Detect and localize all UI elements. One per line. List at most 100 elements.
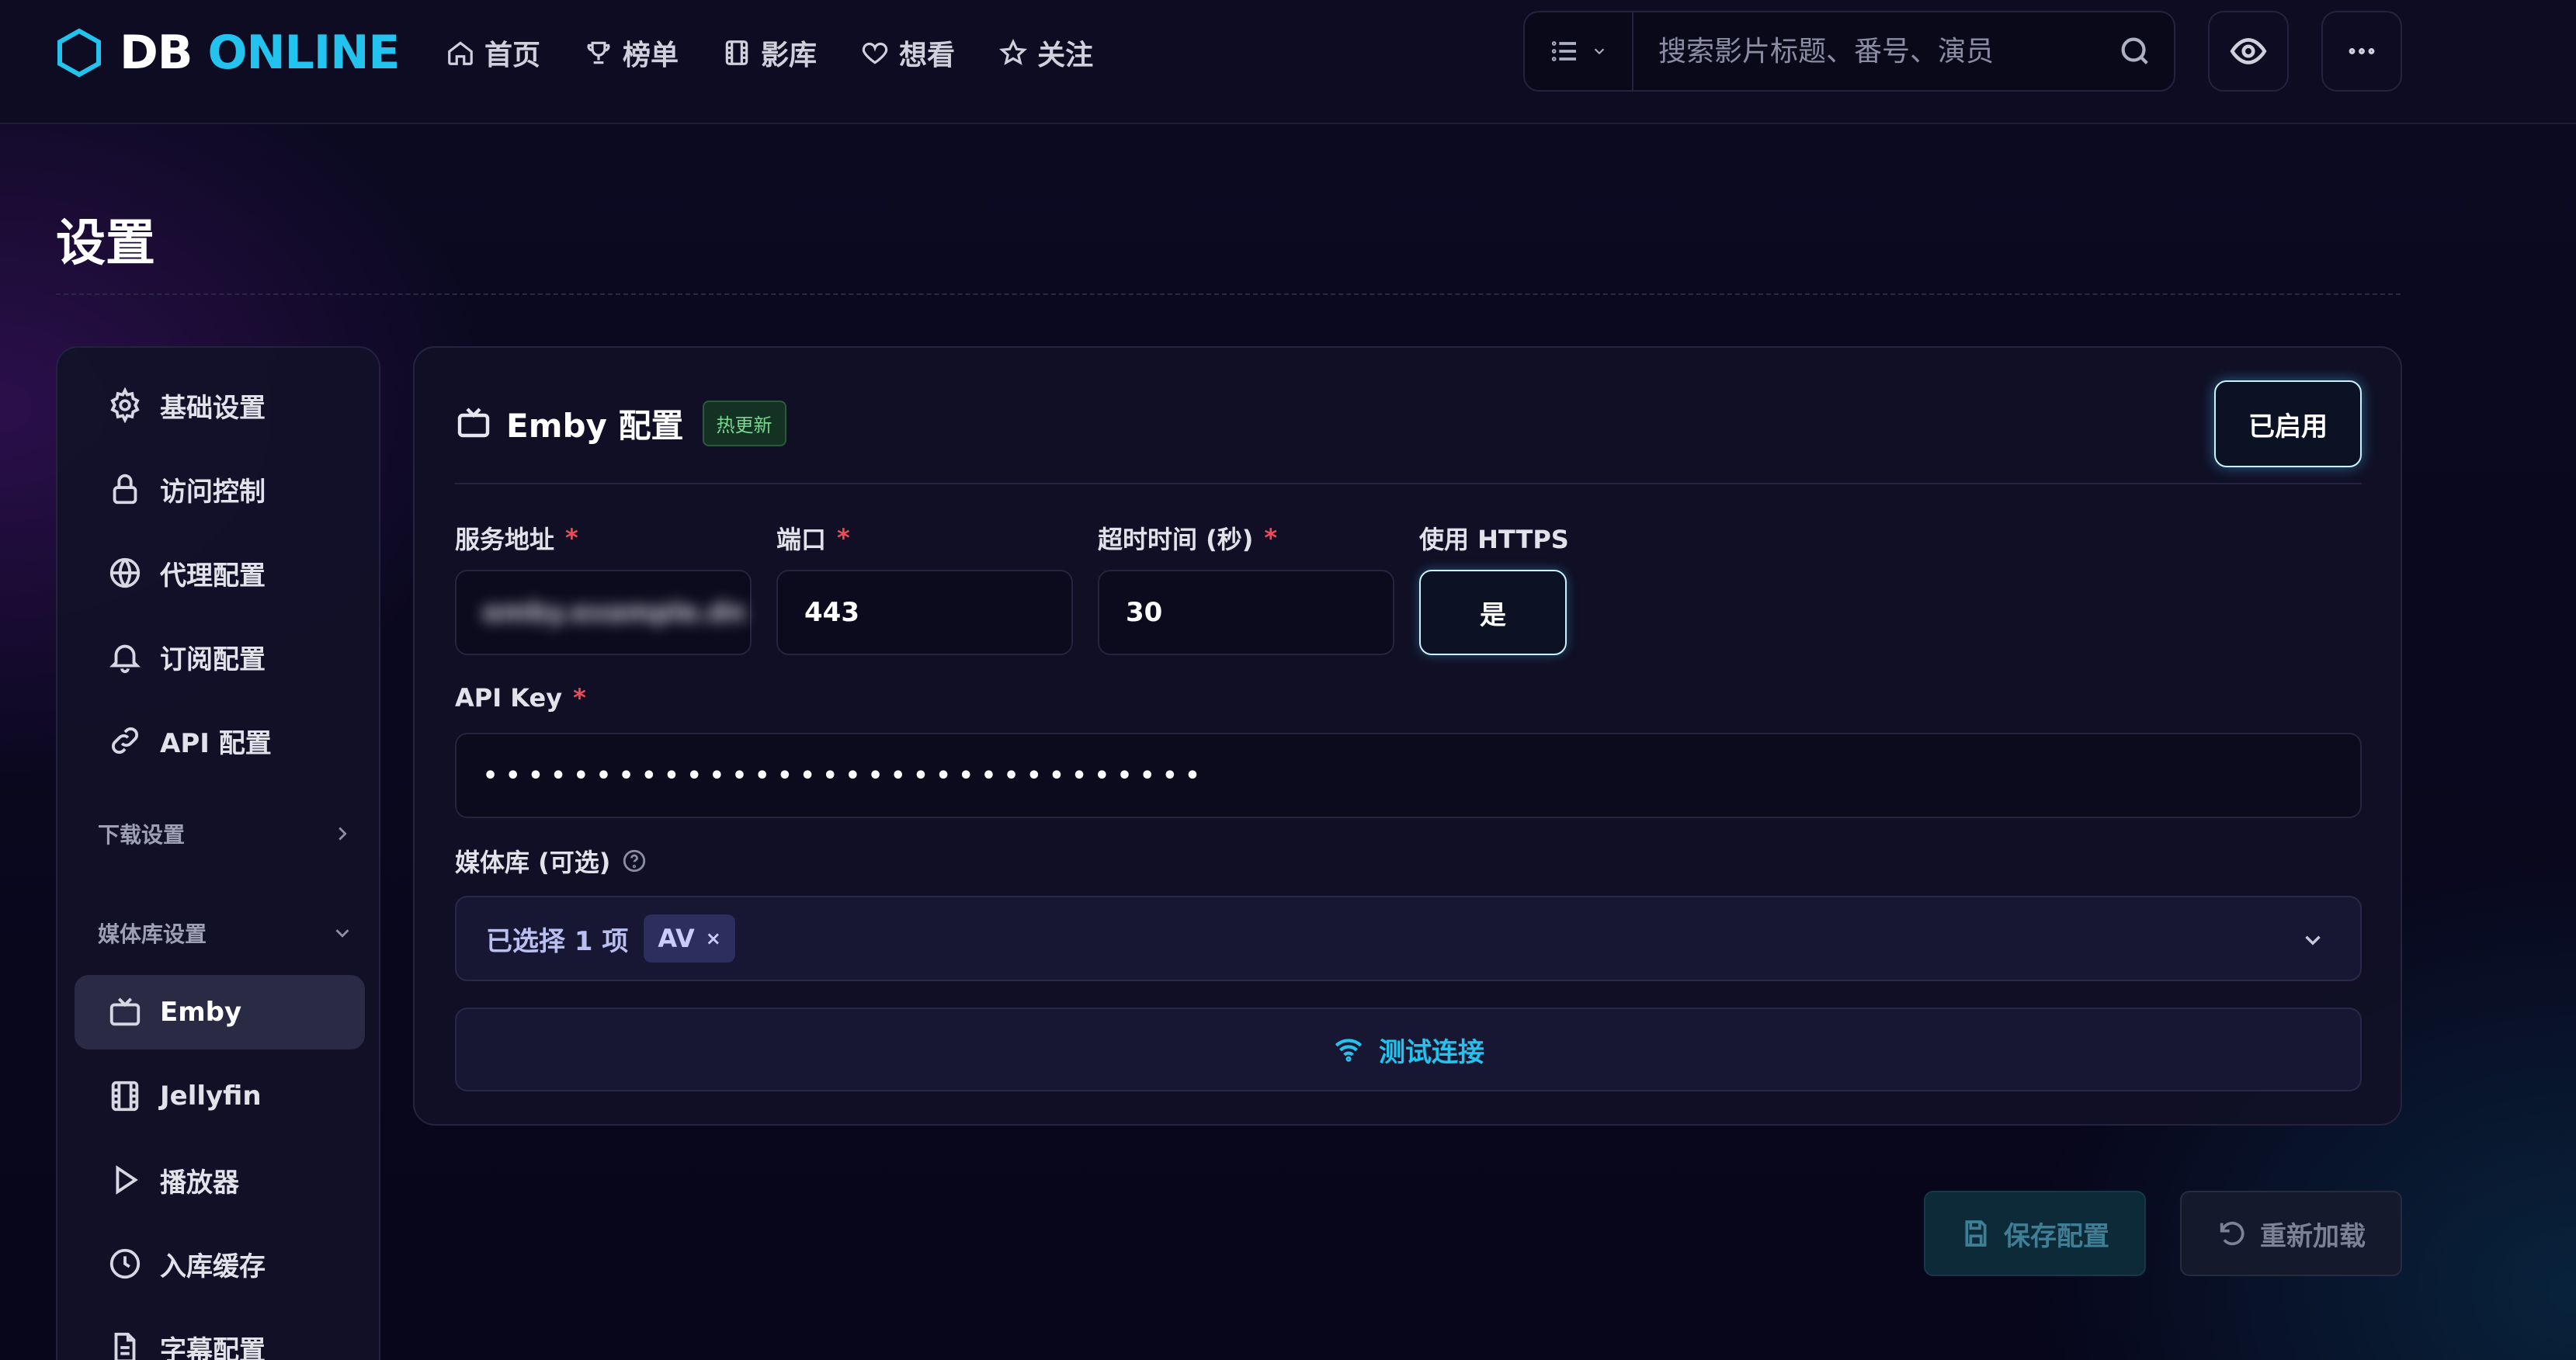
- sidebar-item-api[interactable]: API 配置: [75, 703, 365, 778]
- sidebar-item-proxy[interactable]: 代理配置: [75, 536, 365, 610]
- film-icon: [111, 1081, 139, 1112]
- selected-count-text: 已选择 1 项: [486, 925, 629, 957]
- nav-item-home[interactable]: 首页: [446, 33, 540, 73]
- card-divider: [455, 483, 2362, 484]
- nav-item-wishlist[interactable]: 想看: [860, 33, 955, 73]
- sidebar-item-label: Emby: [160, 997, 242, 1028]
- settings-sidebar: 基础设置 访问控制 代理配置 订阅配置 API 配置 下载设置 媒体库设置 Em…: [56, 346, 380, 1360]
- required-marker: *: [565, 523, 578, 553]
- sidebar-item-label: API 配置: [160, 727, 272, 759]
- tv-icon: [457, 408, 490, 438]
- timeout-input[interactable]: 30: [1098, 570, 1394, 655]
- sidebar-item-access-control[interactable]: 访问控制: [75, 452, 365, 526]
- label-text: 端口: [776, 525, 827, 554]
- server-address-value: emby.example.dn: [483, 597, 746, 628]
- bell-icon: [109, 644, 141, 674]
- sidebar-item-label: 代理配置: [160, 560, 266, 592]
- sidebar-group-label: 媒体库设置: [98, 921, 207, 947]
- main-nav: 首页 榜单 影库 想看 关注: [446, 29, 1093, 76]
- nav-item-library[interactable]: 影库: [722, 33, 817, 73]
- test-connection-label: 测试连接: [1379, 1036, 1484, 1068]
- https-toggle-button[interactable]: 是: [1419, 570, 1567, 655]
- library-chip: AV ×: [644, 914, 735, 963]
- card-title: Emby 配置: [506, 406, 684, 445]
- top-navigation-bar: DB ONLINE 首页 榜单 影库 想看 关注: [0, 0, 2576, 124]
- server-address-input[interactable]: emby.example.dn: [455, 570, 752, 655]
- brand-name-part2: ONLINE: [207, 26, 400, 80]
- chip-remove-icon[interactable]: ×: [706, 928, 721, 949]
- reload-button[interactable]: 重新加载: [2180, 1191, 2402, 1276]
- nav-item-following[interactable]: 关注: [998, 33, 1093, 73]
- sidebar-item-label: 入库缓存: [160, 1251, 266, 1282]
- enabled-toggle-button[interactable]: 已启用: [2214, 380, 2362, 467]
- chevron-down-icon: [1594, 48, 1605, 55]
- search-button[interactable]: [2096, 33, 2174, 69]
- chevron-down-icon: [335, 929, 349, 938]
- more-horizontal-icon: [2349, 48, 2375, 54]
- visibility-toggle-button[interactable]: [2208, 11, 2289, 92]
- reload-label: 重新加载: [2260, 1220, 2366, 1252]
- nav-label: 关注: [1037, 40, 1094, 71]
- emby-config-card: Emby 配置 热更新 已启用 服务地址 * 端口 * 超时时间 (秒) * 使…: [413, 346, 2402, 1126]
- list-icon: [1551, 41, 1576, 61]
- nav-item-rankings[interactable]: 榜单: [584, 33, 679, 73]
- save-icon: [1965, 1220, 1987, 1247]
- sidebar-group-download[interactable]: 下载设置: [98, 810, 365, 857]
- sidebar-group-media-library[interactable]: 媒体库设置: [98, 910, 365, 956]
- sidebar-group-label: 下载设置: [98, 822, 186, 848]
- sidebar-item-label: 字幕配置: [160, 1334, 266, 1360]
- timeout-label: 超时时间 (秒) *: [1098, 520, 1277, 556]
- sidebar-item-emby[interactable]: Emby: [75, 975, 365, 1049]
- test-connection-button[interactable]: 测试连接: [455, 1008, 2362, 1091]
- save-config-button[interactable]: 保存配置: [1924, 1191, 2146, 1276]
- sidebar-item-label: Jellyfin: [160, 1081, 262, 1112]
- chevron-down-icon: [2305, 935, 2321, 945]
- sidebar-item-import-cache[interactable]: 入库缓存: [75, 1226, 365, 1301]
- sidebar-item-subtitles[interactable]: 字幕配置: [75, 1310, 365, 1360]
- server-address-label: 服务地址 *: [455, 520, 578, 556]
- sidebar-item-label: 播放器: [160, 1167, 239, 1199]
- media-library-select[interactable]: 已选择 1 项 AV ×: [455, 896, 2362, 981]
- api-key-masked-value: ••••••••••••••••••••••••••••••••: [483, 762, 1208, 789]
- home-icon: [448, 41, 473, 65]
- tv-icon: [109, 997, 141, 1026]
- sidebar-item-subscription[interactable]: 订阅配置: [75, 619, 365, 694]
- search-input[interactable]: [1633, 12, 2096, 90]
- nav-label: 影库: [761, 40, 818, 71]
- link-icon: [112, 727, 138, 754]
- sidebar-item-label: 访问控制: [160, 476, 266, 508]
- required-marker: *: [573, 683, 586, 713]
- port-input[interactable]: 443: [776, 570, 1073, 655]
- label-text: API Key: [455, 683, 563, 713]
- port-label: 端口 *: [776, 520, 850, 556]
- more-options-button[interactable]: [2321, 11, 2402, 92]
- sidebar-item-label: 订阅配置: [160, 644, 266, 675]
- film-icon: [725, 40, 748, 65]
- brand-logo[interactable]: DB ONLINE: [56, 25, 400, 81]
- help-circle-icon[interactable]: [621, 848, 647, 874]
- sidebar-item-jellyfin[interactable]: Jellyfin: [75, 1059, 365, 1133]
- api-key-input[interactable]: ••••••••••••••••••••••••••••••••: [455, 733, 2362, 818]
- sidebar-item-label: 基础设置: [160, 392, 266, 424]
- globe-icon: [109, 557, 141, 588]
- hexagon-logo-icon: [57, 28, 101, 78]
- timeout-value: 30: [1126, 597, 1163, 628]
- lock-icon: [113, 474, 137, 505]
- sidebar-item-basic-settings[interactable]: 基础设置: [75, 368, 365, 442]
- card-header: Emby 配置 热更新: [455, 396, 786, 450]
- eye-icon: [2230, 38, 2267, 64]
- brand-name-part1: DB: [120, 26, 193, 80]
- port-value: 443: [804, 597, 859, 628]
- play-icon: [116, 1165, 138, 1195]
- nav-label: 榜单: [623, 40, 679, 71]
- hot-reload-badge: 热更新: [702, 400, 786, 446]
- required-marker: *: [1264, 523, 1278, 553]
- nav-label: 想看: [899, 40, 956, 71]
- title-divider: [56, 293, 2401, 295]
- media-library-label: 媒体库 (可选): [455, 843, 647, 879]
- label-text: 使用 HTTPS: [1419, 525, 1569, 554]
- sidebar-item-player[interactable]: 播放器: [75, 1143, 365, 1217]
- api-key-label: API Key *: [455, 683, 586, 713]
- page-title: 设置: [56, 215, 155, 272]
- search-mode-dropdown[interactable]: [1525, 12, 1633, 90]
